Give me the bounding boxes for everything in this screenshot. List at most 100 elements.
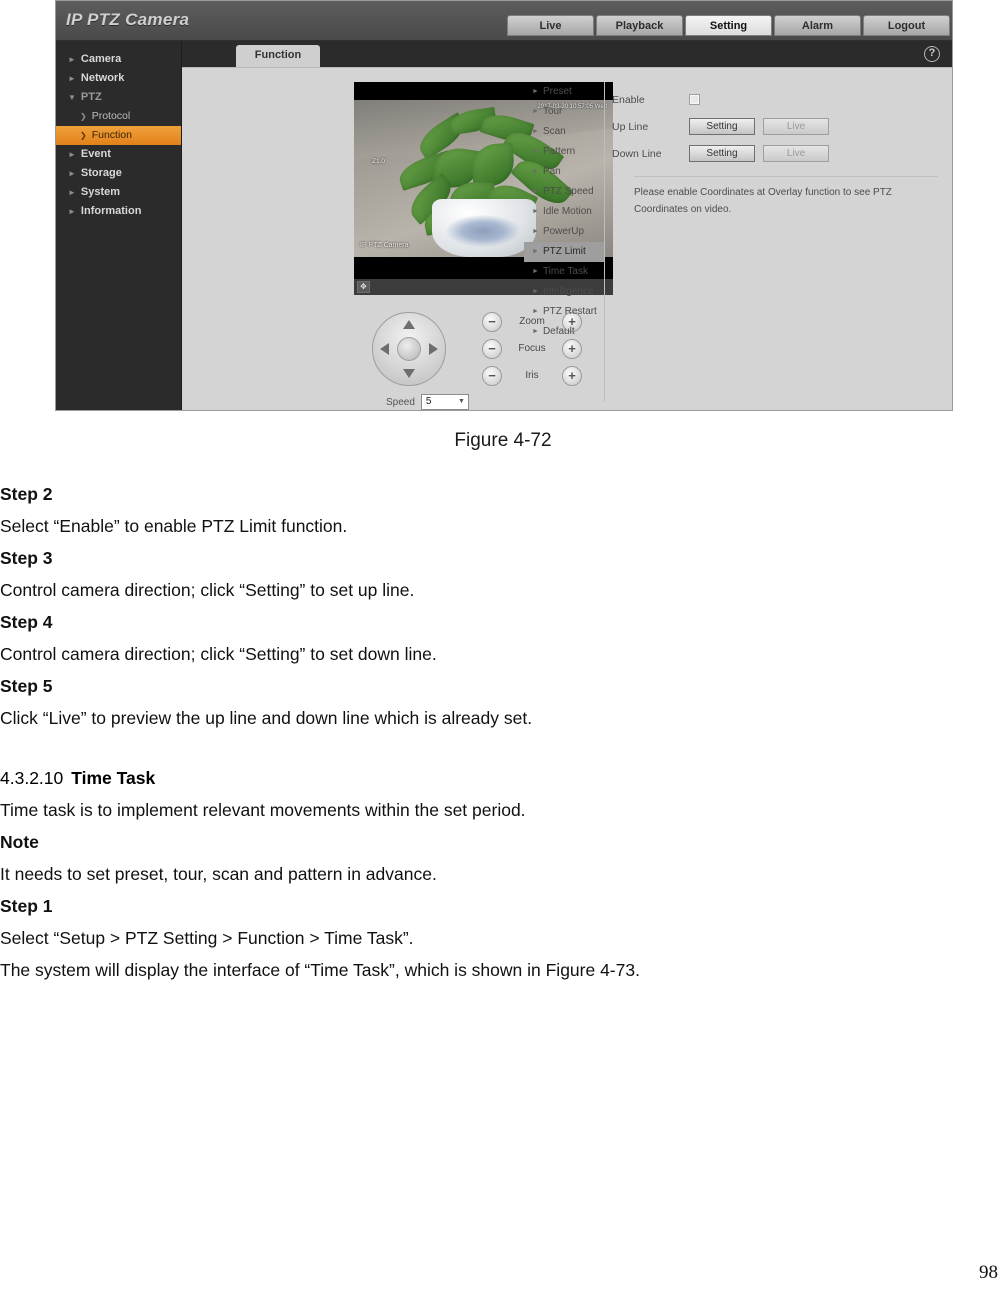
divider (634, 176, 938, 177)
function-item-time-task[interactable]: ► Time Task (524, 262, 604, 282)
iris-label: Iris (525, 370, 539, 381)
function-item-label: PTZ Speed (542, 186, 594, 197)
function-item-pan[interactable]: ► Pan (524, 162, 604, 182)
video-osd-channel-name: IP PTZ Camera (360, 242, 409, 249)
step-text: Select “Setup > PTZ Setting > Function >… (0, 928, 414, 948)
nav-tab-live[interactable]: Live (507, 15, 594, 36)
coordinates-hint-text: Please enable Coordinates at Overlay fun… (634, 187, 892, 215)
sidebar-item-label: Information (80, 205, 142, 217)
up-line-live-button[interactable]: Live (763, 118, 829, 135)
step-heading: Step 2 (0, 484, 53, 504)
function-item-label: Intelligence (542, 286, 594, 297)
ptz-center-button[interactable] (397, 337, 421, 361)
function-item-tour[interactable]: ► Tour (524, 102, 604, 122)
sidebar-item-protocol[interactable]: ❯ Protocol (56, 107, 181, 126)
function-item-scan[interactable]: ► Scan (524, 122, 604, 142)
down-line-label: Down Line (612, 147, 662, 160)
function-item-label: Time Task (542, 266, 588, 277)
top-navigation-tabs: Live Playback Setting Alarm Logout (507, 15, 950, 36)
sidebar-item-information[interactable]: ► Information (56, 202, 181, 221)
step-text: Control camera direction; click “Setting… (0, 580, 415, 600)
function-item-ptz-speed[interactable]: ► PTZ Speed (524, 182, 604, 202)
function-item-default[interactable]: ► Default (524, 322, 604, 342)
arrow-down-icon[interactable] (403, 369, 415, 378)
function-item-pattern[interactable]: ► Pattern (524, 142, 604, 162)
function-item-label: PowerUp (542, 226, 585, 237)
nav-tab-alarm[interactable]: Alarm (774, 15, 861, 36)
arrow-left-icon[interactable] (380, 343, 389, 355)
nav-tab-logout[interactable]: Logout (863, 15, 950, 36)
arrow-right-icon[interactable] (429, 343, 438, 355)
help-icon[interactable]: ? (924, 46, 940, 62)
enable-row: Enable (612, 86, 938, 113)
sidebar-item-event[interactable]: ► Event (56, 145, 181, 164)
document-body: Step 2 Select “Enable” to enable PTZ Lim… (0, 478, 1006, 986)
nav-tab-setting[interactable]: Setting (685, 15, 772, 36)
sidebar-item-label: Protocol (91, 110, 131, 122)
highlighted-note-text: It needs to set preset, tour, scan and p… (0, 864, 437, 884)
function-item-intelligence[interactable]: ► Intelligence (524, 282, 604, 302)
enable-label: Enable (612, 93, 645, 106)
function-item-label: Tour (542, 106, 563, 117)
step-heading: Step 1 (0, 896, 53, 916)
sidebar-item-network[interactable]: ► Network (56, 69, 181, 88)
section-heading: 4.3.2.10 Time Task (0, 762, 1006, 794)
up-line-setting-button[interactable]: Setting (689, 118, 755, 135)
ptz-limit-form: Enable Up Line Setting Live Down Line Se… (612, 86, 938, 218)
down-line-setting-button[interactable]: Setting (689, 145, 755, 162)
down-line-live-button[interactable]: Live (763, 145, 829, 162)
video-osd-zoom-level: Z1.0 (372, 158, 386, 165)
function-item-ptz-restart[interactable]: ► PTZ Restart (524, 302, 604, 322)
triangle-right-icon: ► (532, 228, 539, 235)
ptz-direction-pad[interactable] (372, 312, 446, 386)
sidebar-item-label: Function (91, 129, 132, 141)
chevron-down-icon: ▼ (457, 398, 465, 405)
focus-minus-button[interactable]: − (482, 338, 502, 359)
triangle-right-icon: ► (532, 148, 539, 155)
function-item-label: Pattern (542, 146, 576, 157)
section-intro-text: Time task is to implement relevant movem… (0, 800, 526, 820)
triangle-right-icon: ► (68, 206, 76, 216)
sidebar-item-storage[interactable]: ► Storage (56, 164, 181, 183)
enable-checkbox[interactable] (689, 94, 700, 105)
nav-tab-playback[interactable]: Playback (596, 15, 683, 36)
zoom-minus-button[interactable]: − (482, 311, 502, 332)
fullscreen-icon[interactable]: ✥ (357, 281, 370, 293)
arrow-up-icon[interactable] (403, 320, 415, 329)
function-item-label: PTZ Restart (542, 306, 597, 317)
step-heading: Step 4 (0, 612, 53, 632)
triangle-right-icon: ► (532, 108, 539, 115)
triangle-right-icon: ► (532, 128, 539, 135)
sidebar-item-label: Storage (80, 167, 122, 179)
sidebar-item-ptz[interactable]: ▼ PTZ (56, 88, 181, 107)
triangle-right-icon: ► (532, 288, 539, 295)
chevron-right-icon: ❯ (80, 111, 87, 121)
triangle-right-icon: ► (532, 208, 539, 215)
sidebar-item-label: PTZ (80, 91, 102, 103)
tab-strip: Function ? (182, 41, 952, 67)
sidebar-item-camera[interactable]: ► Camera (56, 50, 181, 69)
app-brand-title: IP PTZ Camera (66, 10, 190, 29)
function-item-powerup[interactable]: ► PowerUp (524, 222, 604, 242)
triangle-right-icon: ► (532, 88, 539, 95)
speed-select[interactable]: 5 ▼ (420, 394, 469, 410)
function-item-ptz-limit[interactable]: ► PTZ Limit (524, 242, 604, 262)
function-item-label: Idle Motion (542, 206, 592, 217)
step-heading: Step 5 (0, 676, 53, 696)
triangle-right-icon: ► (68, 73, 76, 83)
sidebar-item-system[interactable]: ► System (56, 183, 181, 202)
triangle-right-icon: ► (68, 187, 76, 197)
iris-plus-button[interactable]: + (562, 365, 582, 386)
chevron-right-icon: ❯ (80, 130, 87, 140)
tab-function[interactable]: Function (236, 45, 320, 67)
step-heading: Step 3 (0, 548, 53, 568)
function-item-preset[interactable]: ► Preset (524, 82, 604, 102)
iris-minus-button[interactable]: − (482, 365, 502, 386)
sidebar-item-function[interactable]: ❯ Function (56, 126, 181, 145)
triangle-right-icon: ► (532, 268, 539, 275)
note-heading: Note (0, 832, 39, 852)
function-item-label: PTZ Limit (542, 246, 586, 257)
step-text: Click “Live” to preview the up line and … (0, 708, 533, 728)
function-item-idle-motion[interactable]: ► Idle Motion (524, 202, 604, 222)
